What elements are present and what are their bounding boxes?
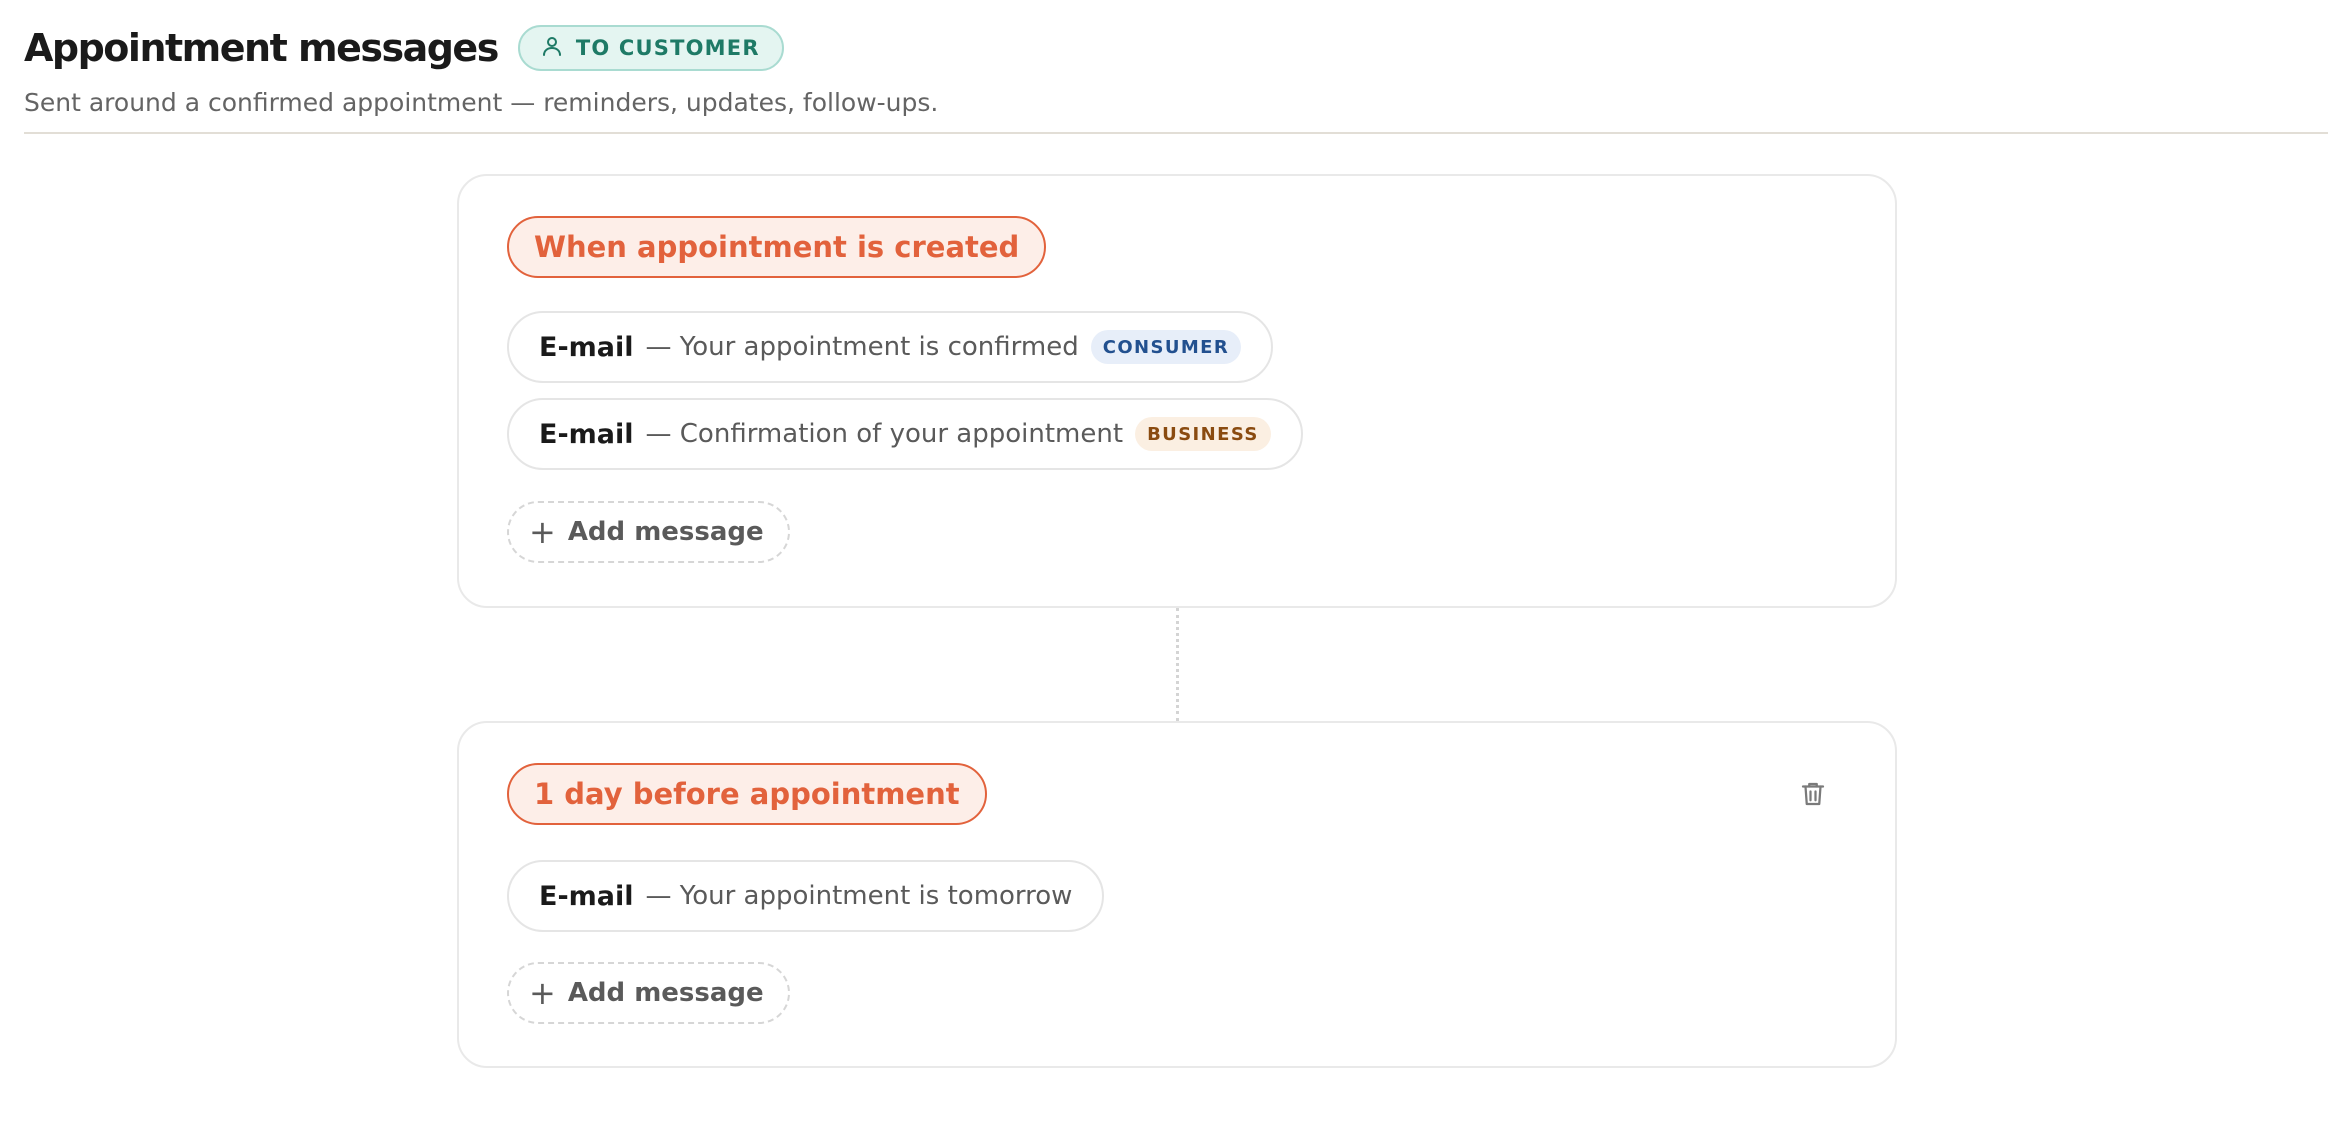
trigger-card: When appointment is created E-mail — You… (457, 174, 1897, 608)
message-item[interactable]: E-mail — Confirmation of your appointmen… (507, 398, 1303, 470)
trigger-pill[interactable]: When appointment is created (507, 216, 1047, 278)
user-icon (540, 34, 564, 63)
add-message-button[interactable]: + Add message (507, 962, 790, 1024)
add-message-button[interactable]: + Add message (507, 501, 790, 563)
message-item[interactable]: E-mail — Your appointment is tomorrow (507, 860, 1105, 932)
plus-icon: + (529, 513, 556, 551)
add-message-label: Add message (567, 517, 764, 547)
title-row: Appointment messages TO CUSTOMER (24, 24, 2328, 72)
consumer-tag: CONSUMER (1090, 330, 1242, 364)
trigger-card: 1 day before appointment E-mail — Your a… (457, 721, 1897, 1068)
plus-icon: + (529, 974, 556, 1012)
audience-badge-label: TO CUSTOMER (575, 36, 760, 60)
page-title: Appointment messages (24, 26, 499, 70)
business-tag: BUSINESS (1135, 417, 1271, 451)
message-item[interactable]: E-mail — Your appointment is confirmed C… (507, 311, 1274, 383)
page-header: Appointment messages TO CUSTOMER Sent ar… (24, 24, 2328, 117)
message-subject: — Confirmation of your appointment (645, 419, 1124, 449)
trigger-pill[interactable]: 1 day before appointment (507, 763, 987, 825)
audience-badge: TO CUSTOMER (517, 25, 784, 71)
message-subject: — Your appointment is confirmed (645, 332, 1079, 362)
trash-icon[interactable] (1795, 776, 1831, 812)
message-channel: E-mail (539, 331, 634, 363)
header-divider (24, 132, 2328, 134)
message-channel: E-mail (539, 880, 634, 912)
add-message-label: Add message (567, 978, 764, 1008)
message-subject: — Your appointment is tomorrow (645, 881, 1073, 911)
message-channel: E-mail (539, 418, 634, 450)
timeline-connector (1176, 608, 1179, 721)
page-subtitle: Sent around a confirmed appointment — re… (24, 88, 939, 117)
